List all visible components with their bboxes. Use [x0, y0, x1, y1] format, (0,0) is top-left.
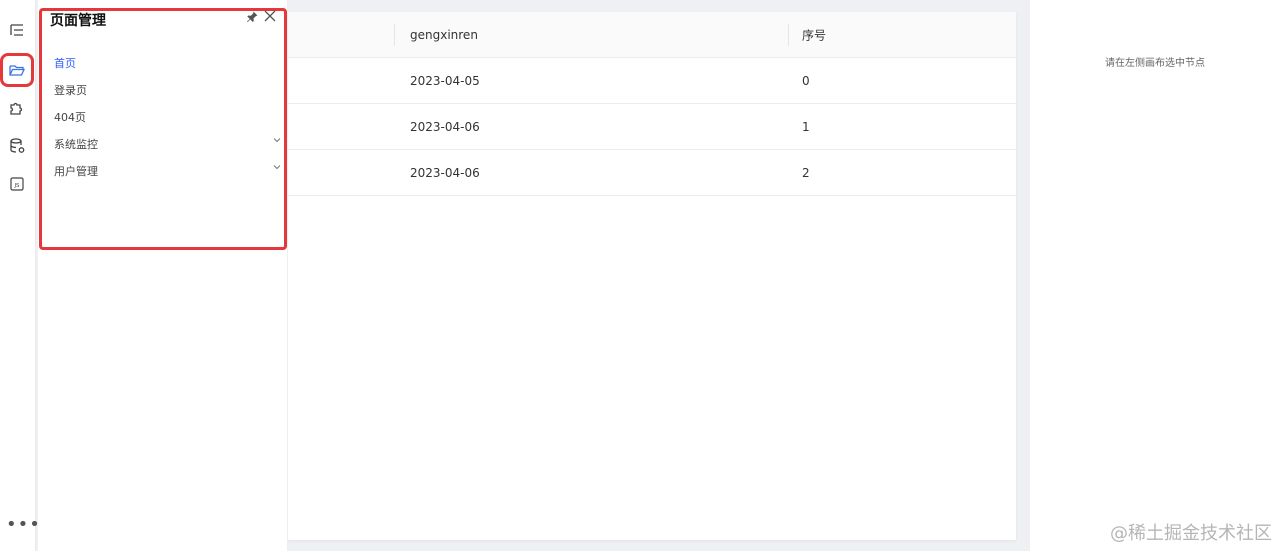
- table-cell: 2023-04-06: [410, 165, 480, 180]
- table-cell: 1: [802, 119, 810, 134]
- watermark: @稀土掘金技术社区: [1110, 523, 1272, 544]
- column-divider: [788, 24, 789, 46]
- svg-text:JS: JS: [13, 183, 20, 189]
- table-cell: 2023-04-05: [410, 73, 480, 88]
- canvas: gengxinren 序号 2023-04-05 0 2023-04-06 1 …: [288, 12, 1016, 540]
- database-settings-icon[interactable]: [3, 132, 31, 160]
- outline-tree-icon[interactable]: [3, 16, 31, 44]
- more-menu-icon[interactable]: •••: [6, 515, 41, 535]
- table-header: gengxinren 序号: [288, 12, 1016, 58]
- column-header: 序号: [802, 28, 827, 42]
- table-cell: 2023-04-06: [410, 119, 480, 134]
- panel-title: 页面管理: [50, 13, 106, 29]
- puzzle-plugin-icon[interactable]: [3, 94, 31, 122]
- table-row[interactable]: 2023-04-06 2: [288, 150, 1016, 196]
- page-item-home[interactable]: 首页: [54, 55, 76, 71]
- table-cell: 0: [802, 73, 810, 88]
- column-divider: [394, 24, 395, 46]
- page-group-user-management[interactable]: 用户管理: [54, 163, 98, 179]
- empty-selection-hint: 请在左侧画布选中节点: [1105, 58, 1205, 69]
- table-row[interactable]: 2023-04-06 1: [288, 104, 1016, 150]
- page-group-system-monitor[interactable]: 系统监控: [54, 136, 98, 152]
- page-item-404[interactable]: 404页: [54, 109, 86, 125]
- page-management-panel: 页面管理 首页 登录页 404页 系统监控 用户管理: [38, 0, 288, 551]
- table-cell: 2: [802, 165, 810, 180]
- table-row[interactable]: 2023-04-05 0: [288, 58, 1016, 104]
- chevron-down-icon[interactable]: [272, 162, 282, 172]
- js-file-icon[interactable]: JS: [3, 170, 31, 198]
- left-toolbar: JS •••: [0, 0, 40, 551]
- chevron-down-icon[interactable]: [272, 135, 282, 145]
- page-item-login[interactable]: 登录页: [54, 82, 87, 98]
- close-icon[interactable]: [263, 9, 277, 23]
- highlight-box: [39, 8, 287, 250]
- pin-icon[interactable]: [245, 10, 259, 24]
- folder-open-icon[interactable]: [0, 53, 34, 87]
- column-header: gengxinren: [410, 27, 478, 42]
- settings-panel: 请在左侧画布选中节点: [1030, 0, 1280, 551]
